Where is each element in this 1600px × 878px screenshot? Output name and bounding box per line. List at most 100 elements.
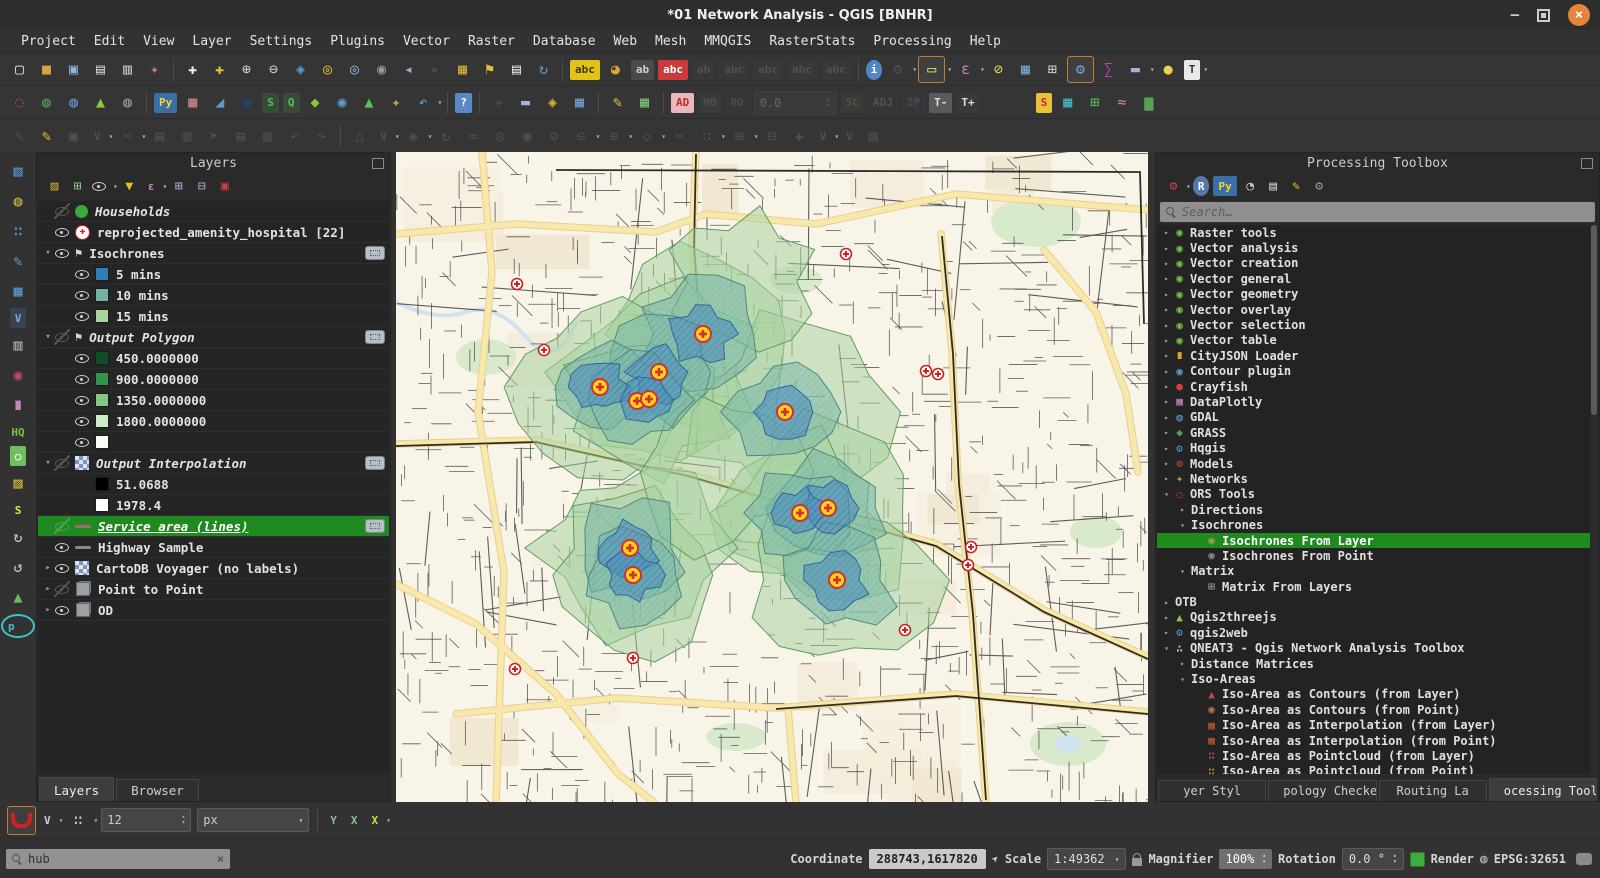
add-spatialite-layer-button[interactable]: ✎ xyxy=(5,248,31,274)
expander-icon[interactable]: ▾ xyxy=(42,332,54,342)
dock-tab[interactable]: yer Styl xyxy=(1158,780,1266,801)
render-checkbox[interactable] xyxy=(1410,852,1425,867)
results-viewer-button[interactable]: ▤ xyxy=(1263,176,1284,197)
menu-web[interactable]: Web xyxy=(605,30,646,52)
menu-layer[interactable]: Layer xyxy=(183,30,240,52)
toolbox-item[interactable]: ▾∴QNEAT3 - Qgis Network Analysis Toolbox xyxy=(1157,641,1590,656)
scale-select[interactable]: 1:49362▾ xyxy=(1047,848,1126,870)
expander-icon[interactable]: ▾ xyxy=(1161,644,1172,653)
contour-plugin-button[interactable]: ◉ xyxy=(330,90,355,115)
snapping-on-intersection-button[interactable]: X xyxy=(346,810,363,830)
build-tool-button[interactable]: ✦ xyxy=(384,90,409,115)
menu-mmqgis[interactable]: MMQGIS xyxy=(695,30,760,52)
memory-layer-indicator-icon[interactable] xyxy=(365,519,385,533)
snapping-units-select[interactable]: px▾ xyxy=(197,808,309,832)
toolbox-item[interactable]: ▸⚙Hqgis xyxy=(1157,440,1590,455)
menu-project[interactable]: Project xyxy=(12,30,85,52)
show-bookmarks-button[interactable]: ▤ xyxy=(504,57,529,82)
magnifier-stepper[interactable]: 100%▴▾ xyxy=(1219,849,1272,869)
layer-row[interactable]: ▸OD xyxy=(38,600,389,621)
histogram-button[interactable]: ▆ xyxy=(1136,90,1161,115)
menu-vector[interactable]: Vector xyxy=(394,30,459,52)
new-spatial-bookmark-button[interactable]: ⚑ xyxy=(477,57,502,82)
scrollbar[interactable] xyxy=(1590,225,1598,774)
stepper-arrows-icon[interactable]: ▴▾ xyxy=(182,814,186,826)
osm-place-search-button[interactable]: ○ xyxy=(10,446,27,466)
visibility-eye-icon[interactable] xyxy=(54,581,70,597)
select-features-button[interactable]: ▭ xyxy=(918,56,945,83)
dataplotly-button[interactable]: ▦ xyxy=(180,90,205,115)
expander-icon[interactable]: ▸ xyxy=(1161,628,1172,637)
advanced-digitizing-panel-button[interactable]: △ xyxy=(347,124,372,149)
terrain-plugin-button[interactable]: ▲ xyxy=(357,90,382,115)
visibility-eye-icon[interactable] xyxy=(54,560,70,576)
search-layers-button[interactable]: ◍ xyxy=(115,90,140,115)
layer-row[interactable]: 450.0000000 xyxy=(38,348,389,369)
menu-mesh[interactable]: Mesh xyxy=(646,30,695,52)
cad-ad-button[interactable]: AD xyxy=(671,93,694,113)
processing-search-input[interactable]: Search… xyxy=(1160,202,1595,222)
toolbox-item[interactable]: ▸OTB xyxy=(1157,594,1590,609)
visibility-eye-icon[interactable] xyxy=(74,308,90,324)
menu-view[interactable]: View xyxy=(134,30,183,52)
help-button[interactable]: ? xyxy=(455,93,472,113)
menu-plugins[interactable]: Plugins xyxy=(321,30,394,52)
memory-layer-indicator-icon[interactable] xyxy=(365,330,385,344)
toolbox-item[interactable]: ▸Distance Matrices xyxy=(1157,656,1590,671)
coordinate-input[interactable]: 288743,1617820 xyxy=(869,849,986,869)
paste-features-button[interactable]: ▥ xyxy=(255,124,280,149)
topology-tool-button[interactable]: ◈ xyxy=(540,90,565,115)
serval-s-button[interactable]: S xyxy=(10,500,27,520)
layer-row[interactable]: Highway Sample xyxy=(38,537,389,558)
toolbox-item[interactable]: ▦Iso-Area as Interpolation (from Point) xyxy=(1157,733,1590,748)
maximize-button[interactable] xyxy=(1537,9,1550,22)
memory-layer-indicator-icon[interactable] xyxy=(365,246,385,260)
add-raster-layer-button[interactable]: ◍ xyxy=(5,188,31,214)
globe-search-button[interactable]: ◍ xyxy=(61,90,86,115)
options-button[interactable]: ⚙ xyxy=(1309,176,1330,197)
toolbox-item[interactable]: ▸◉Vector geometry xyxy=(1157,287,1590,302)
edit-tool-button[interactable]: ✎ xyxy=(605,90,630,115)
layer-row[interactable]: 900.0000000 xyxy=(38,369,389,390)
visibility-eye-icon[interactable] xyxy=(54,245,70,261)
visibility-eye-icon[interactable] xyxy=(54,539,70,555)
expander-icon[interactable]: ▸ xyxy=(1161,474,1172,483)
offset-curve-button[interactable]: ◇ xyxy=(634,124,659,149)
vertex-tool-button[interactable]: V xyxy=(815,126,832,146)
move-features-button[interactable]: ➤ xyxy=(201,124,226,149)
toolbox-item[interactable]: ▸∎CityJSON Loader xyxy=(1157,348,1590,363)
dropdown-arrow-icon[interactable]: ▾ xyxy=(628,132,633,141)
redo-button[interactable]: ↷ xyxy=(309,124,334,149)
toolbox-item[interactable]: ▸◉Vector selection xyxy=(1157,317,1590,332)
dropdown-arrow-icon[interactable]: ▾ xyxy=(947,65,952,74)
zoom-last-button[interactable]: ◂ xyxy=(396,57,421,82)
map-tips-button[interactable]: ● xyxy=(1156,57,1181,82)
highlight-pinned-labels-button[interactable]: abc xyxy=(658,60,688,80)
expander-icon[interactable]: ▸ xyxy=(1161,598,1172,607)
dropdown-arrow-icon[interactable]: ▾ xyxy=(113,182,118,191)
expander-icon[interactable]: ▸ xyxy=(1161,274,1172,283)
rotation-stepper[interactable]: 0.0 °▴▾ xyxy=(1342,848,1404,870)
visibility-eye-icon[interactable] xyxy=(74,266,90,282)
zoom-in-button[interactable]: ⊕ xyxy=(234,57,259,82)
memory-layer-indicator-icon[interactable] xyxy=(365,456,385,470)
models-button[interactable]: ⚙ xyxy=(1163,176,1184,197)
expander-icon[interactable]: ▸ xyxy=(1161,367,1172,376)
dropdown-arrow-icon[interactable]: ▾ xyxy=(428,132,433,141)
minimize-button[interactable]: – xyxy=(1511,7,1519,23)
table-refresh-button[interactable]: ▦ xyxy=(632,90,657,115)
delete-part-button[interactable]: ⊕ xyxy=(601,124,626,149)
pan-to-selection-button[interactable]: ✚ xyxy=(207,57,232,82)
add-group-button[interactable]: ⊞ xyxy=(67,176,88,197)
expander-icon[interactable]: ▸ xyxy=(1161,321,1172,330)
plot-curves-button[interactable]: ≈ xyxy=(1109,90,1134,115)
expander-icon[interactable]: ▸ xyxy=(1161,382,1172,391)
map-canvas[interactable] xyxy=(396,152,1148,802)
expander-icon[interactable]: ▾ xyxy=(1177,675,1188,684)
split-parts-button[interactable]: ⊞ xyxy=(727,124,752,149)
open-layer-styling-button[interactable]: ▨ xyxy=(44,176,65,197)
dock-tab[interactable]: Routing La xyxy=(1379,780,1487,801)
expander-icon[interactable]: ▸ xyxy=(1161,305,1172,314)
serval-button[interactable]: S xyxy=(1036,93,1053,113)
toolbox-item[interactable]: ∷Iso-Area as Pointcloud (from Layer) xyxy=(1157,748,1590,763)
